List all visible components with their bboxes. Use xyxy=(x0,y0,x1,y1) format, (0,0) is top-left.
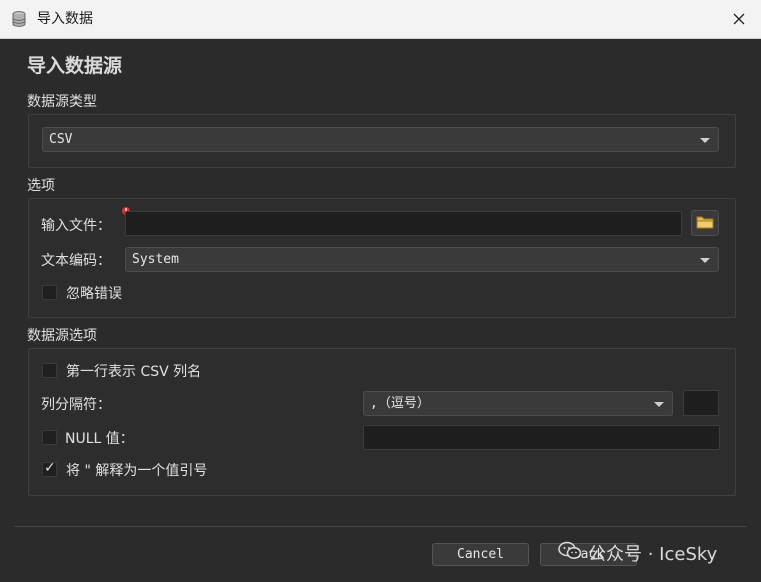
quote-checkbox[interactable]: ✓ xyxy=(42,460,57,477)
database-icon xyxy=(10,10,28,28)
source-type-group: CSV xyxy=(28,114,736,168)
close-button[interactable] xyxy=(717,0,761,38)
page-title: 导入数据源 xyxy=(27,55,123,77)
watermark-text: 公众号 · IceSky xyxy=(588,544,718,565)
checkmark-icon: ✓ xyxy=(44,460,56,476)
window-title: 导入数据 xyxy=(37,11,93,27)
delimiter-label: 列分隔符： xyxy=(41,397,111,413)
browse-file-button[interactable] xyxy=(691,210,719,236)
source-type-section-label: 数据源类型 xyxy=(27,94,97,110)
chevron-down-icon xyxy=(700,258,710,263)
ignore-errors-label: 忽略错误 xyxy=(66,286,122,302)
encoding-select[interactable]: System xyxy=(125,247,719,272)
title-bar: 导入数据 xyxy=(0,0,761,39)
encoding-label: 文本编码： xyxy=(41,253,111,269)
source-options-group: 第一行表示 CSV 列名 列分隔符： ,（逗号） NULL 值： ✓ 将 " 解… xyxy=(28,348,736,496)
source-type-select[interactable]: CSV xyxy=(42,127,719,152)
chevron-down-icon xyxy=(654,402,664,407)
folder-icon xyxy=(696,214,714,233)
footer-separator xyxy=(14,526,747,527)
custom-delimiter-field[interactable] xyxy=(683,390,719,416)
input-file-label: 输入文件： xyxy=(41,218,111,234)
options-section-label: 选项 xyxy=(27,178,55,194)
null-value-field[interactable] xyxy=(363,425,720,450)
dialog-content: 导入数据源 数据源类型 CSV 选项 输入文件： ! 文本编码： System xyxy=(0,39,761,582)
cancel-button[interactable]: Cancel xyxy=(432,543,529,566)
quote-label: 将 " 解释为一个值引号 xyxy=(66,463,208,479)
options-group: 输入文件： ! 文本编码： System 忽略错误 xyxy=(28,198,736,318)
delimiter-value: ,（逗号） xyxy=(370,396,430,411)
null-value-label: NULL 值： xyxy=(65,431,134,447)
null-value-checkbox[interactable] xyxy=(42,430,57,445)
source-options-section-label: 数据源选项 xyxy=(27,328,97,344)
encoding-value: System xyxy=(132,252,179,267)
first-row-header-label: 第一行表示 CSV 列名 xyxy=(66,364,202,380)
watermark: 公众号 · IceSky xyxy=(558,540,717,566)
delimiter-select[interactable]: ,（逗号） xyxy=(363,391,673,416)
first-row-header-checkbox[interactable] xyxy=(42,363,57,378)
input-file-field[interactable] xyxy=(125,211,682,236)
wechat-icon xyxy=(558,541,582,566)
chevron-down-icon xyxy=(700,138,710,143)
ignore-errors-checkbox[interactable] xyxy=(42,285,57,300)
source-type-value: CSV xyxy=(49,132,73,147)
close-icon xyxy=(733,10,745,29)
